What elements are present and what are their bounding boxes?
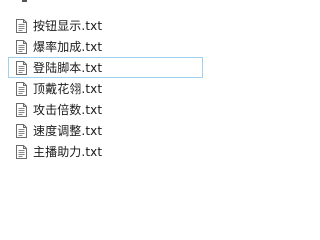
text-file-icon <box>16 144 27 159</box>
file-name: 速度调整.txt <box>33 123 103 138</box>
file-item-selected[interactable]: 登陆脚本.txt <box>8 57 203 78</box>
file-name: 顶戴花翎.txt <box>33 81 103 96</box>
text-file-icon <box>16 81 27 96</box>
text-file-icon <box>16 102 27 117</box>
file-name: 攻击倍数.txt <box>33 102 103 117</box>
text-file-icon <box>16 39 27 54</box>
text-file-icon <box>16 60 27 75</box>
file-browser-pane: 按钮显示.txt 爆率加成.txt 登陆脚本.txt 顶戴花翎.txt 攻击倍数… <box>0 0 203 213</box>
file-item[interactable]: 按钮显示.txt <box>8 15 203 36</box>
file-list: 按钮显示.txt 爆率加成.txt 登陆脚本.txt 顶戴花翎.txt 攻击倍数… <box>8 15 203 162</box>
file-item[interactable]: 顶戴花翎.txt <box>8 78 203 99</box>
file-item[interactable]: 速度调整.txt <box>8 120 203 141</box>
file-item[interactable]: 主播助力.txt <box>8 141 203 162</box>
file-name: 登陆脚本.txt <box>33 60 103 75</box>
text-file-icon <box>16 18 27 33</box>
file-item[interactable]: 攻击倍数.txt <box>8 99 203 120</box>
file-item[interactable]: 爆率加成.txt <box>8 36 203 57</box>
clipped-header-fragment <box>22 0 27 2</box>
text-file-icon <box>16 123 27 138</box>
file-name: 爆率加成.txt <box>33 39 103 54</box>
file-name: 主播助力.txt <box>33 144 103 159</box>
file-name: 按钮显示.txt <box>33 18 103 33</box>
